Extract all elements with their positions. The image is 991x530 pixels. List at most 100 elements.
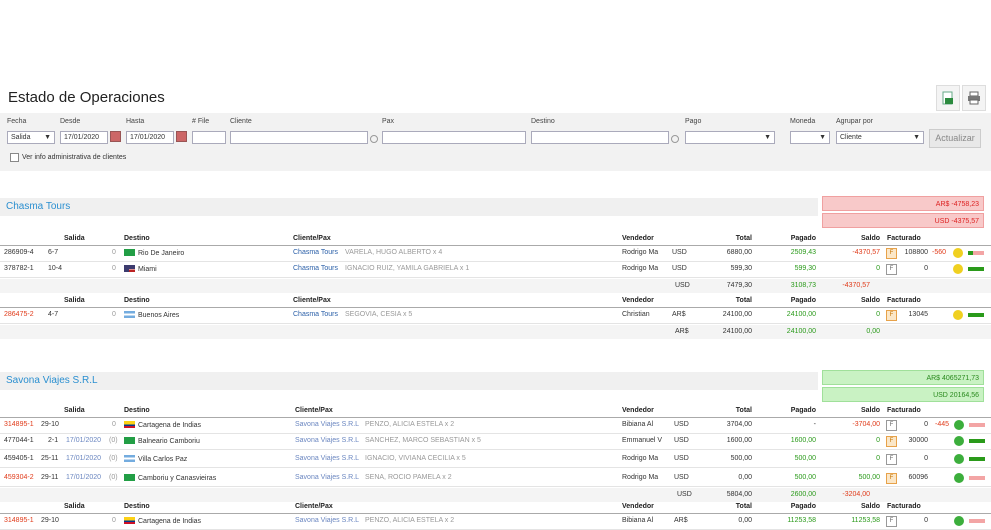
factura-icon[interactable]: F [886,473,897,484]
desde-input[interactable]: 17/01/2020 [60,131,108,144]
factura-icon[interactable]: F [886,436,897,447]
service-count: (0) [109,474,118,481]
status-icon[interactable] [953,310,963,320]
col-pagado: Pagado [790,235,816,242]
usa-flag-icon [124,265,135,272]
saldo: -3704,00 [852,421,880,428]
table-header: Salida Destino Cliente/Pax Vendedor Tota… [0,502,991,514]
hasta-input[interactable]: 17/01/2020 [126,131,174,144]
cliente-link[interactable]: Savona Viajes S.R.L [295,421,359,428]
agency-total-ars: AR$ -4758,23 [822,196,984,211]
saldo: 0 [876,311,880,318]
file-number[interactable]: 459405-1 [4,455,34,462]
factura-icon[interactable]: F [886,264,897,275]
cliente-link[interactable]: Chasma Tours [293,249,338,256]
service-count: (0) [109,437,118,444]
brazil-flag-icon [124,249,135,256]
total: 3704,00 [726,421,752,428]
salida-date[interactable]: 17/01/2020 [66,474,101,481]
pax: SEGOVIA, CESIA x 5 [345,311,413,318]
pax-input[interactable] [382,131,526,144]
file-input[interactable] [192,131,226,144]
vendedor: Rodrigo Ma [622,455,659,462]
check-icon[interactable] [954,473,964,483]
file-number[interactable]: 314895-1 [4,517,34,524]
moneda: AR$ [672,311,686,318]
facturado: 108800 [904,249,928,256]
agency-name[interactable]: Savona Viajes S.R.L [6,375,98,386]
factura-icon[interactable]: F [886,454,897,465]
search-icon[interactable] [370,135,378,143]
pagado: 24100,00 [786,311,816,318]
table-row[interactable]: 459304-2 29-11 17/01/2020 (0) Camboriu y… [0,471,991,487]
destino: Camboriu y Canasvieiras [124,474,216,482]
search-icon[interactable] [671,135,679,143]
table-row[interactable]: 459405-1 25-11 17/01/2020 (0) Villa Carl… [0,452,991,468]
brazil-flag-icon [124,437,135,444]
factura-icon[interactable]: F [886,310,897,321]
cliente-link[interactable]: Savona Viajes S.R.L [295,455,359,462]
status-icon[interactable] [953,264,963,274]
salida: 2-1 [48,437,59,444]
destino-input[interactable] [531,131,669,144]
fecha-select[interactable]: Salida [7,131,55,144]
table-row[interactable]: 314895-1 29-10 0 Cartagena de Indias Sav… [0,418,991,434]
agency-total-ars: AR$ 4065271,73 [822,370,984,385]
file-number[interactable]: 314895-1 [4,421,34,428]
check-icon[interactable] [954,516,964,526]
table-header: Salida Destino Cliente/Pax Vendedor Tota… [0,406,991,418]
factura-icon[interactable]: F [886,420,897,431]
saldo: 0 [876,437,880,444]
check-icon[interactable] [954,454,964,464]
file-number[interactable]: 378782-1 [4,265,34,272]
vendedor: Emmanuel V [622,437,663,444]
cliente-link[interactable]: Chasma Tours [293,265,338,272]
salida: 4-7 [48,311,59,318]
file-number[interactable]: 286475-2 [4,311,34,318]
pax: IGNACIO, VIVIANA CECILIA x 5 [365,455,466,462]
calendar-icon[interactable] [110,131,121,142]
agrupar-select[interactable]: Cliente [836,131,924,144]
factura-icon[interactable]: F [886,248,897,259]
table-row[interactable]: 477044-1 2-1 17/01/2020 (0) Balneario Ca… [0,434,991,450]
brazil-flag-icon [124,474,135,481]
cliente-link[interactable]: Savona Viajes S.R.L [295,437,359,444]
table-row[interactable]: 286909-4 6-7 0 Rio De Janeiro Chasma Tou… [0,246,991,262]
salida-date[interactable]: 17/01/2020 [66,437,101,444]
check-icon[interactable] [954,420,964,430]
progress-bar [969,519,985,523]
pax: PENZO, ALICIA ESTELA x 2 [365,421,455,428]
actualizar-button[interactable]: Actualizar [929,129,981,148]
calendar-icon[interactable] [176,131,187,142]
pago-select[interactable] [685,131,775,144]
pagado: 1600,00 [790,437,816,444]
facturado-diff: -560 [932,249,947,256]
file-number[interactable]: 477044-1 [4,437,34,444]
print-button[interactable] [962,85,986,111]
admin-info-checkbox[interactable] [10,153,19,162]
service-count: (0) [109,455,118,462]
moneda: USD [672,249,687,256]
cliente-input[interactable] [230,131,368,144]
agrupar-label: Agrupar por [836,118,873,125]
total: 6880,00 [726,249,752,256]
export-excel-button[interactable] [936,85,960,111]
status-icon[interactable] [953,248,963,258]
service-count: 0 [112,265,116,272]
facturado: 0 [924,265,928,272]
factura-icon[interactable]: F [886,516,897,527]
cliente-link[interactable]: Savona Viajes S.R.L [295,517,359,524]
salida: 29-10 [41,517,59,524]
table-row[interactable]: 286475-2 4-7 0 Buenos Aires Chasma Tours… [0,308,991,324]
table-row[interactable]: 378782-1 10-4 0 Miami Chasma Tours IGNAC… [0,262,991,278]
file-number[interactable]: 286909-4 [4,249,34,256]
cliente-link[interactable]: Savona Viajes S.R.L [295,474,359,481]
moneda: USD [674,421,689,428]
destino: Rio De Janeiro [124,249,184,257]
check-icon[interactable] [954,436,964,446]
cliente-link[interactable]: Chasma Tours [293,311,338,318]
salida-date[interactable]: 17/01/2020 [66,455,101,462]
agency-name[interactable]: Chasma Tours [6,201,70,212]
file-number[interactable]: 459304-2 [4,474,34,481]
moneda-select[interactable] [790,131,830,144]
